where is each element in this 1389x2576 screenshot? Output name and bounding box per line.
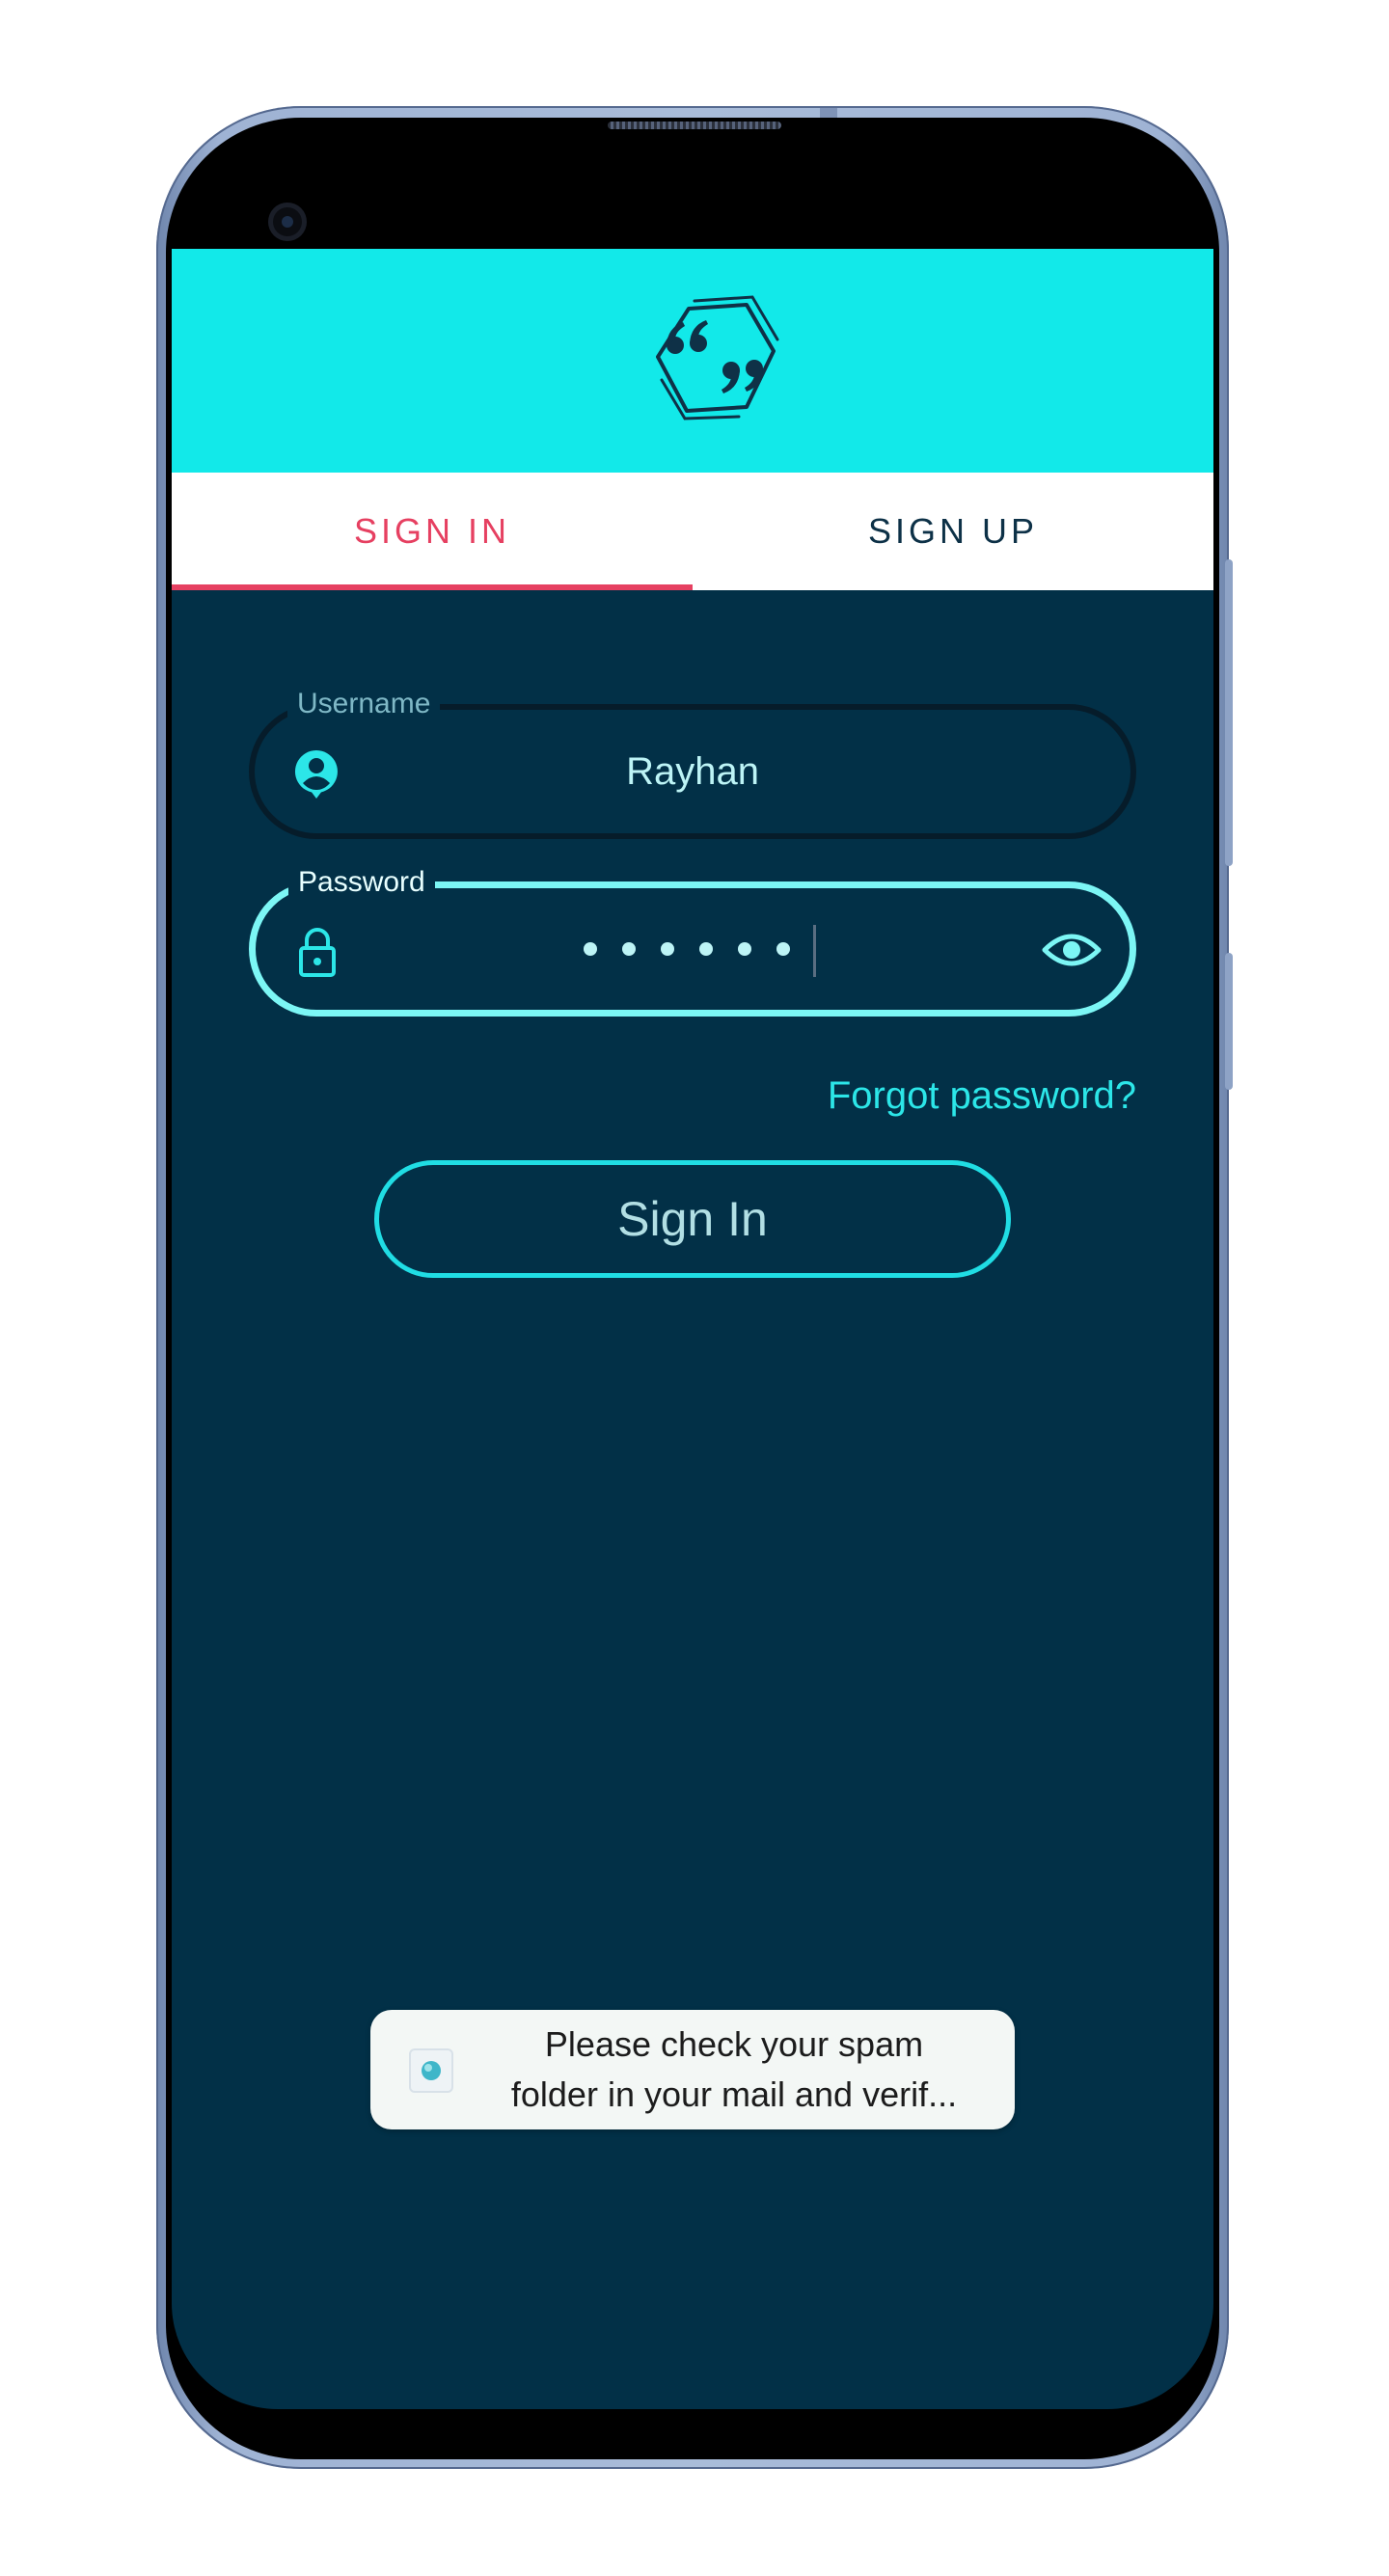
globe-icon	[422, 2061, 441, 2080]
password-dot	[584, 942, 597, 956]
username-field[interactable]: Username Rayhan	[249, 687, 1136, 839]
eye-icon[interactable]	[1041, 923, 1103, 977]
toast-line-1: Please check your spam	[544, 2024, 924, 2064]
forgot-password-link[interactable]: Forgot password?	[828, 1074, 1136, 1118]
username-input[interactable]: Rayhan	[351, 710, 1034, 833]
app-screen: SIGN IN SIGN UP Username Rayhan Password	[172, 249, 1213, 2409]
password-dot	[738, 942, 751, 956]
password-dot	[699, 942, 713, 956]
password-dot	[661, 942, 674, 956]
toast-line-2: folder in your mail and verif...	[510, 2074, 958, 2114]
power-button	[1225, 953, 1233, 1090]
app-icon	[409, 2048, 453, 2093]
text-cursor	[813, 925, 816, 977]
password-dot	[622, 942, 636, 956]
lock-icon	[299, 928, 336, 977]
app-header	[172, 249, 1213, 473]
password-label: Password	[288, 865, 435, 900]
device-mockup: SIGN IN SIGN UP Username Rayhan Password	[0, 0, 1389, 2576]
quote-hexagon-logo-icon	[656, 295, 779, 420]
toast-message: Please check your spam folder in your ma…	[478, 2020, 990, 2120]
sign-in-button[interactable]: Sign In	[374, 1160, 1011, 1278]
tab-sign-up[interactable]: SIGN UP	[693, 473, 1213, 590]
volume-button	[1225, 559, 1233, 866]
active-tab-indicator	[172, 584, 693, 590]
tab-sign-in[interactable]: SIGN IN	[172, 473, 693, 590]
earpiece-grille	[608, 122, 781, 129]
toast-notification: Please check your spam folder in your ma…	[370, 2010, 1015, 2129]
front-camera	[268, 203, 307, 241]
account-circle-icon	[294, 750, 338, 799]
password-field[interactable]: Password	[249, 865, 1136, 1017]
password-input[interactable]	[584, 942, 790, 956]
auth-tab-bar: SIGN IN SIGN UP	[172, 473, 1213, 590]
password-dot	[776, 942, 790, 956]
